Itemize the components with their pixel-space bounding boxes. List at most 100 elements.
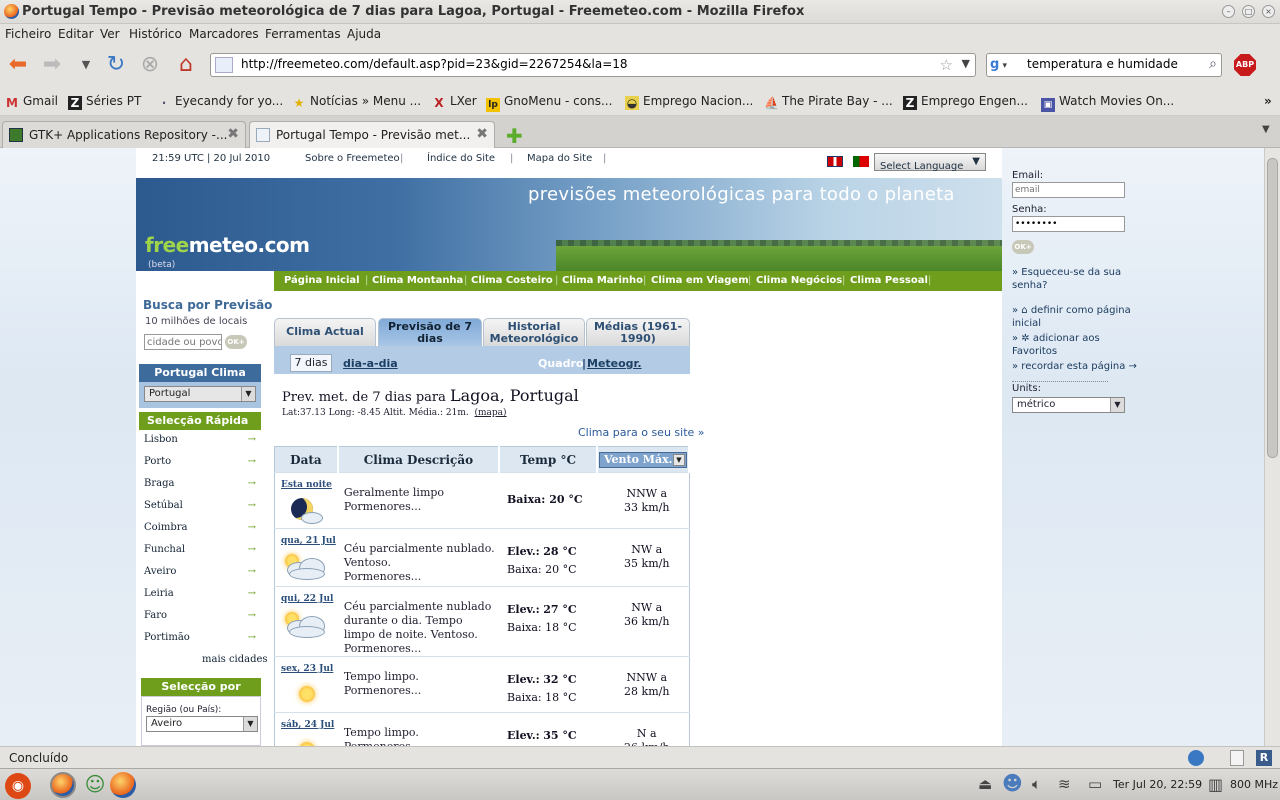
forward-icon[interactable]: ➡ [38, 51, 66, 79]
site-identity-icon[interactable] [215, 57, 233, 73]
messenger-icon[interactable]: ☺ [82, 772, 108, 798]
menu-editar[interactable]: Editar [58, 27, 94, 41]
bookmark-eyecandy[interactable]: · Eyecandy for yo... [157, 94, 283, 110]
tab-clima-actual[interactable]: Clima Actual [274, 318, 376, 346]
forgot-password-link[interactable]: » Esqueceu-se da sua senha? [1012, 266, 1142, 292]
more-cities-link[interactable]: mais cidades [202, 654, 268, 665]
globe-icon[interactable] [1188, 750, 1204, 766]
city-link[interactable]: Lisbon → [144, 434, 256, 445]
user-icon[interactable]: ☻ [1002, 771, 1023, 795]
bookmark-emprego-nacional[interactable]: ◒ Emprego Nacion... [625, 94, 753, 110]
nav-clima-viagem[interactable]: Clima em Viagem [651, 275, 749, 286]
maximize-button[interactable]: □ [1242, 5, 1255, 18]
date-link[interactable]: qui, 22 Jul [281, 594, 333, 604]
readability-icon[interactable]: R [1256, 750, 1272, 766]
city-link[interactable]: Faro → [144, 610, 256, 621]
bookmark-emprego-engenharia[interactable]: Z Emprego Engen... [903, 94, 1028, 110]
details-link[interactable]: Pormenores... [344, 500, 495, 514]
nav-clima-negocios[interactable]: Clima Negócios [756, 275, 842, 286]
date-link[interactable]: qua, 21 Jul [281, 536, 336, 546]
reload-icon[interactable]: ↻ [102, 51, 130, 79]
city-link[interactable]: Portimão → [144, 632, 256, 643]
freemeteo-logo[interactable]: freemeteo.com [145, 233, 310, 257]
map-link[interactable]: (mapa) [475, 408, 507, 418]
bookmark-gmail[interactable]: M Gmail [5, 94, 58, 110]
city-link[interactable]: Porto → [144, 456, 256, 467]
battery-icon[interactable]: ▭ [1088, 775, 1102, 793]
tab-medias[interactable]: Médias (1961-1990) [586, 318, 690, 346]
search-input[interactable] [1027, 57, 1197, 71]
tab-close-icon[interactable]: ✖ [476, 126, 488, 142]
url-dropdown-icon[interactable]: ▼ [962, 57, 970, 70]
date-link[interactable]: Esta noite [281, 480, 332, 490]
menu-ajuda[interactable]: Ajuda [347, 27, 381, 41]
firefox-launcher-icon[interactable] [110, 772, 136, 798]
bookmark-lxer[interactable]: X LXer [432, 94, 476, 110]
clock[interactable]: Ter Jul 20, 22:59 [1113, 778, 1202, 791]
volume-icon[interactable]: 🔈︎ [1032, 775, 1041, 793]
bookmark-star-icon[interactable]: ☆ [940, 56, 953, 74]
recommend-page-link[interactable]: » recordar esta página → [1012, 360, 1142, 373]
details-link[interactable]: Pormenores... [344, 570, 495, 584]
select-language-dropdown[interactable]: Select Language ▼ [874, 153, 986, 172]
link-sobre[interactable]: Sobre o Freemeteo [305, 153, 400, 164]
details-link[interactable]: Pormenores... [344, 684, 495, 698]
search-bar[interactable]: g ▾ ⌕ [986, 53, 1222, 77]
city-link[interactable]: Leiria → [144, 588, 256, 599]
nav-clima-montanha[interactable]: Clima Montanha [372, 275, 463, 286]
back-icon[interactable]: ⬅ [4, 51, 32, 79]
menu-ficheiro[interactable]: Ficheiro [5, 27, 51, 41]
tab-close-icon[interactable]: ✖ [227, 126, 239, 142]
city-link[interactable]: Braga → [144, 478, 256, 489]
wind-select[interactable]: Vento Máx. ▼ [599, 451, 687, 468]
tab-gtk-repository[interactable]: GTK+ Applications Repository -... ✖ [2, 121, 246, 148]
tab-list-icon[interactable]: ▼ [1262, 124, 1270, 135]
wifi-icon[interactable]: ≋ [1058, 775, 1071, 793]
view-dia-a-dia[interactable]: dia-a-dia [343, 357, 398, 370]
stop-icon[interactable]: ⊗ [136, 51, 164, 79]
history-dropdown-icon[interactable]: ▼ [72, 51, 100, 79]
minimize-button[interactable]: – [1222, 5, 1235, 18]
password-input[interactable] [1012, 216, 1125, 232]
nav-clima-costeiro[interactable]: Clima Costeiro [471, 275, 553, 286]
bookmark-gnomenu[interactable]: lp GnoMenu - cons... [486, 94, 612, 112]
login-ok-button[interactable]: OK+ [1012, 240, 1034, 254]
bookmarks-overflow-icon[interactable]: » [1264, 94, 1272, 108]
city-search-input[interactable] [144, 334, 222, 350]
portugal-flag-icon[interactable] [853, 156, 869, 167]
vertical-scrollbar[interactable] [1264, 148, 1280, 746]
english-flag-icon[interactable] [827, 156, 843, 167]
city-link[interactable]: Funchal → [144, 544, 256, 555]
date-link[interactable]: sex, 23 Jul [281, 664, 333, 674]
search-icon[interactable]: ⌕ [1209, 56, 1217, 72]
google-icon[interactable]: g ▾ [990, 57, 1007, 72]
units-select[interactable]: métrico ▼ [1012, 397, 1125, 413]
link-indice[interactable]: Índice do Site [427, 153, 495, 164]
firefox-taskbar-icon[interactable] [50, 772, 76, 798]
nav-clima-marinho[interactable]: Clima Marinho [562, 275, 643, 286]
new-tab-icon[interactable]: ✚ [506, 124, 523, 148]
city-link[interactable]: Coimbra → [144, 522, 256, 533]
bookmark-noticias[interactable]: ★ Notícias » Menu ... [292, 94, 421, 110]
view-7-dias[interactable]: 7 dias [290, 354, 332, 372]
nav-pagina-inicial[interactable]: Página Inicial [284, 275, 360, 286]
adblock-icon[interactable]: ABP [1234, 54, 1256, 76]
eject-icon[interactable]: ⏏ [978, 775, 992, 793]
close-window-button[interactable]: × [1262, 5, 1275, 18]
view-quadro[interactable]: Quadro [538, 357, 583, 370]
city-link[interactable]: Setúbal → [144, 500, 256, 511]
details-link[interactable]: Pormenores... [344, 642, 495, 656]
scrollbar-thumb[interactable] [1267, 158, 1278, 458]
home-icon[interactable]: ⌂ [172, 51, 200, 79]
menu-ver[interactable]: Ver [100, 27, 120, 41]
view-meteogr[interactable]: Meteogr. [587, 357, 642, 370]
link-mapa[interactable]: Mapa do Site [527, 153, 592, 164]
city-link[interactable]: Aveiro → [144, 566, 256, 577]
country-select[interactable]: Portugal ▼ [144, 386, 256, 402]
bookmark-pirate-bay[interactable]: ⛵ The Pirate Bay - ... [764, 94, 893, 110]
menu-ferramentas[interactable]: Ferramentas [265, 27, 341, 41]
bookmark-watch-movies[interactable]: ▣ Watch Movies On... [1041, 94, 1174, 112]
ubuntu-menu-icon[interactable]: ◉ [5, 773, 31, 799]
bookmark-series-pt[interactable]: Z Séries PT [68, 94, 141, 110]
email-input[interactable] [1012, 182, 1125, 198]
